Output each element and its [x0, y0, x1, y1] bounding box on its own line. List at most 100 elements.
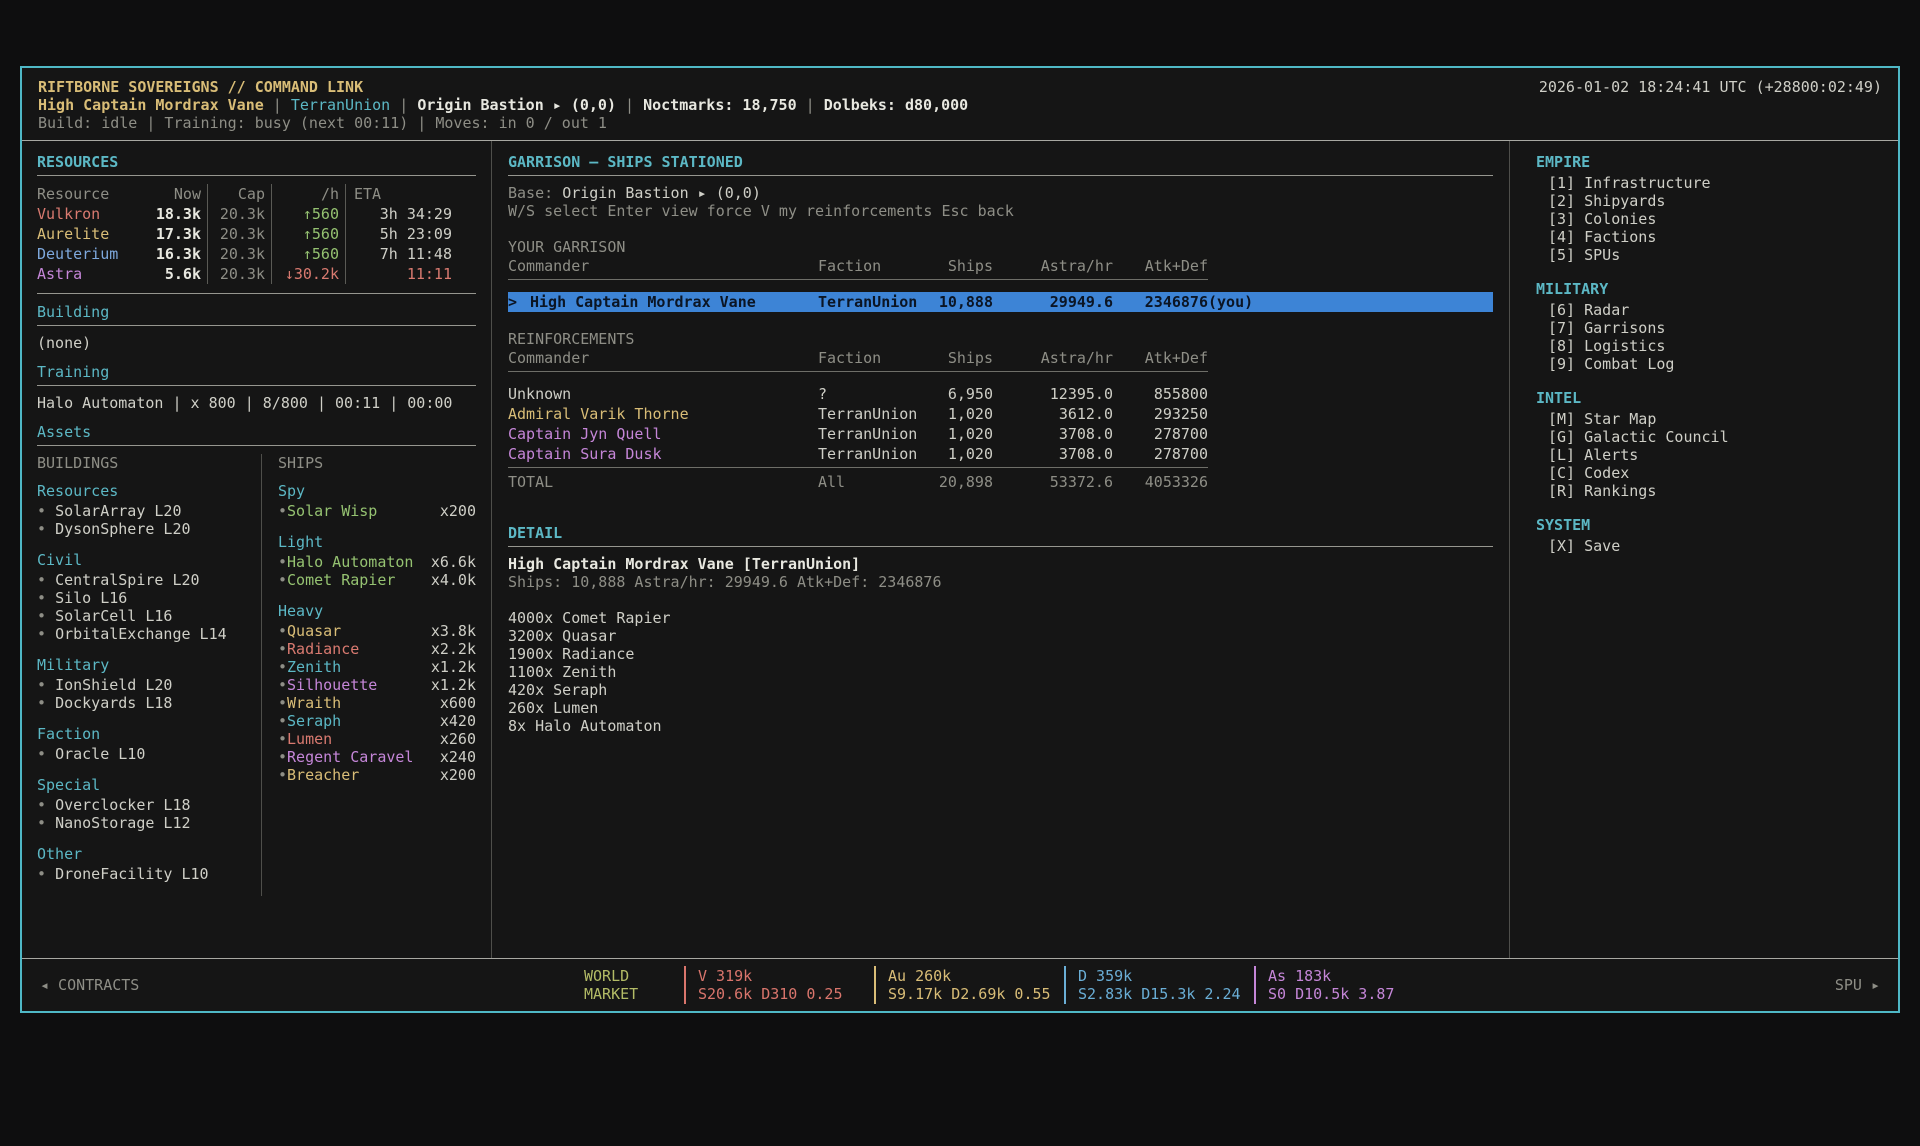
cell-faction: TerranUnion	[818, 404, 933, 424]
menu-section-label: SYSTEM	[1536, 516, 1888, 534]
garrison-row-selected[interactable]: >High Captain Mordrax Vane TerranUnion 1…	[508, 292, 1493, 312]
world-market-line2: MARKET	[584, 985, 684, 1003]
menu-item-alerts[interactable]: [L] Alerts	[1536, 446, 1888, 464]
cell-commander: Admiral Varik Thorne	[508, 404, 818, 424]
cell-ships: 1,020	[933, 424, 993, 444]
world-market-line1: WORLD	[584, 967, 684, 985]
player-location: Origin Bastion ▸ (0,0)	[390, 96, 616, 114]
cell-ships: 1,020	[933, 444, 993, 464]
menu-item-garrisons[interactable]: [7] Garrisons	[1536, 319, 1888, 337]
cell-faction: TerranUnion	[818, 424, 933, 444]
cell-atkdef: 278700	[1113, 424, 1208, 444]
resource-name: Astra	[37, 264, 144, 284]
col-now: Now	[144, 184, 208, 204]
ship-group-label: Spy	[278, 482, 476, 500]
cell-commander: >High Captain Mordrax Vane	[508, 292, 818, 312]
menu-item-infrastructure[interactable]: [1] Infrastructure	[1536, 174, 1888, 192]
fleet-composition-line: 420x Seraph	[508, 681, 1493, 699]
col-ships: Ships	[933, 256, 993, 276]
your-garrison-label: YOUR GARRISON	[508, 238, 1493, 256]
menu-item-logistics[interactable]: [8] Logistics	[1536, 337, 1888, 355]
menu-section-label: EMPIRE	[1536, 153, 1888, 171]
spu-nav[interactable]: SPU ▸	[1835, 976, 1898, 994]
menu-item-combat-log[interactable]: [9] Combat Log	[1536, 355, 1888, 373]
building-group-label: Other	[37, 845, 251, 863]
fleet-composition-line: 1100x Zenith	[508, 663, 1493, 681]
resources-table: Resource Now Cap /h ETA Vulkron 18.3k 20…	[37, 184, 476, 284]
col-eta: ETA	[346, 184, 476, 204]
total-row: TOTAL All 20,898 53372.6 4053326	[508, 472, 1493, 492]
menu-item-shipyards[interactable]: [2] Shipyards	[1536, 192, 1888, 210]
ship-item: Silhouettex1.2k	[278, 676, 476, 694]
ship-name: Silhouette	[287, 676, 377, 694]
resource-now: 16.3k	[144, 244, 208, 264]
cell-faction: All	[818, 472, 933, 492]
menu-item-galactic-council[interactable]: [G] Galactic Council	[1536, 428, 1888, 446]
col-atkdef: Atk+Def	[1113, 256, 1208, 276]
menu-item-radar[interactable]: [6] Radar	[1536, 301, 1888, 319]
ship-name: Halo Automaton	[287, 553, 413, 571]
building-item: Overclocker L18	[37, 796, 251, 814]
resource-eta: 3h 34:29	[346, 204, 476, 224]
resource-cap: 20.3k	[208, 264, 272, 284]
reinforcement-row[interactable]: Admiral Varik Thorne TerranUnion 1,020 3…	[508, 404, 1493, 424]
menu-section-military: MILITARY [6] Radar [7] Garrisons [8] Log…	[1536, 280, 1888, 373]
base-value: Origin Bastion ▸ (0,0)	[562, 184, 761, 202]
resource-cap: 20.3k	[208, 224, 272, 244]
ship-count: x1.2k	[431, 658, 476, 676]
reinforcements-columns: Commander Faction Ships Astra/hr Atk+Def	[508, 348, 1493, 368]
market-price-line: As 183k	[1268, 967, 1444, 985]
building-item: Silo L16	[37, 589, 251, 607]
market-segment-deuterium: D 359k S2.83k D15.3k 2.24	[1064, 966, 1254, 1004]
selection-cursor: >	[508, 293, 530, 311]
market-segment-vulkron: V 319k S20.6k D310 0.25	[684, 966, 874, 1004]
cell-commander: Unknown	[508, 384, 818, 404]
ship-name: Solar Wisp	[287, 502, 377, 520]
building-item: Dockyards L18	[37, 694, 251, 712]
cell-commander: Captain Jyn Quell	[508, 424, 818, 444]
ship-name: Breacher	[287, 766, 359, 784]
menu-item-colonies[interactable]: [3] Colonies	[1536, 210, 1888, 228]
building-item: SolarCell L16	[37, 607, 251, 625]
resource-rate: ↓30.2k	[272, 264, 346, 284]
contracts-nav[interactable]: ◂ CONTRACTS	[22, 976, 584, 994]
market-detail-line: S0 D10.5k 3.87	[1268, 985, 1444, 1003]
cell-faction: TerranUnion	[818, 292, 933, 312]
ship-count: x200	[440, 766, 476, 784]
base-line: Base: Origin Bastion ▸ (0,0)	[508, 184, 1493, 202]
main-area: RESOURCES Resource Now Cap /h ETA Vulkro…	[22, 141, 1898, 958]
menu-item-factions[interactable]: [4] Factions	[1536, 228, 1888, 246]
cell-ships: 1,020	[933, 404, 993, 424]
ship-name: Seraph	[287, 712, 341, 730]
building-item: DysonSphere L20	[37, 520, 251, 538]
menu-section-intel: INTEL [M] Star Map [G] Galactic Council …	[1536, 389, 1888, 500]
buildings-header: BUILDINGS	[37, 454, 251, 472]
col-faction: Faction	[818, 348, 933, 368]
menu-item-rankings[interactable]: [R] Rankings	[1536, 482, 1888, 500]
reinforcement-row[interactable]: Unknown ? 6,950 12395.0 855800	[508, 384, 1493, 404]
col-commander: Commander	[508, 256, 818, 276]
reinforcement-row[interactable]: Captain Sura Dusk TerranUnion 1,020 3708…	[508, 444, 1493, 464]
market-detail-line: S2.83k D15.3k 2.24	[1078, 985, 1254, 1003]
cell-astra: 12395.0	[993, 384, 1113, 404]
fleet-composition-line: 1900x Radiance	[508, 645, 1493, 663]
ship-count: x6.6k	[431, 553, 476, 571]
menu-item-spus[interactable]: [5] SPUs	[1536, 246, 1888, 264]
noctmarks-balance: Noctmarks: 18,750	[616, 96, 797, 114]
menu-item-save[interactable]: [X] Save	[1536, 537, 1888, 555]
col-atkdef: Atk+Def	[1113, 348, 1208, 368]
app-title: RIFTBORNE SOVEREIGNS // COMMAND LINK	[38, 78, 363, 96]
detail-heading: High Captain Mordrax Vane [TerranUnion]	[508, 555, 1493, 573]
building-group: Military IonShield L20 Dockyards L18	[37, 656, 251, 712]
menu-item-codex[interactable]: [C] Codex	[1536, 464, 1888, 482]
cell-faction: TerranUnion	[818, 444, 933, 464]
menu-item-star-map[interactable]: [M] Star Map	[1536, 410, 1888, 428]
reinforcement-row[interactable]: Captain Jyn Quell TerranUnion 1,020 3708…	[508, 424, 1493, 444]
cell-faction: ?	[818, 384, 933, 404]
you-badge: (you)	[1208, 292, 1493, 312]
ship-item: Breacher x200	[278, 766, 476, 784]
resource-name: Vulkron	[37, 204, 144, 224]
cell-astra: 3612.0	[993, 404, 1113, 424]
resources-panel: RESOURCES Resource Now Cap /h ETA Vulkro…	[22, 141, 492, 958]
resource-rate: ↑560	[272, 244, 346, 264]
